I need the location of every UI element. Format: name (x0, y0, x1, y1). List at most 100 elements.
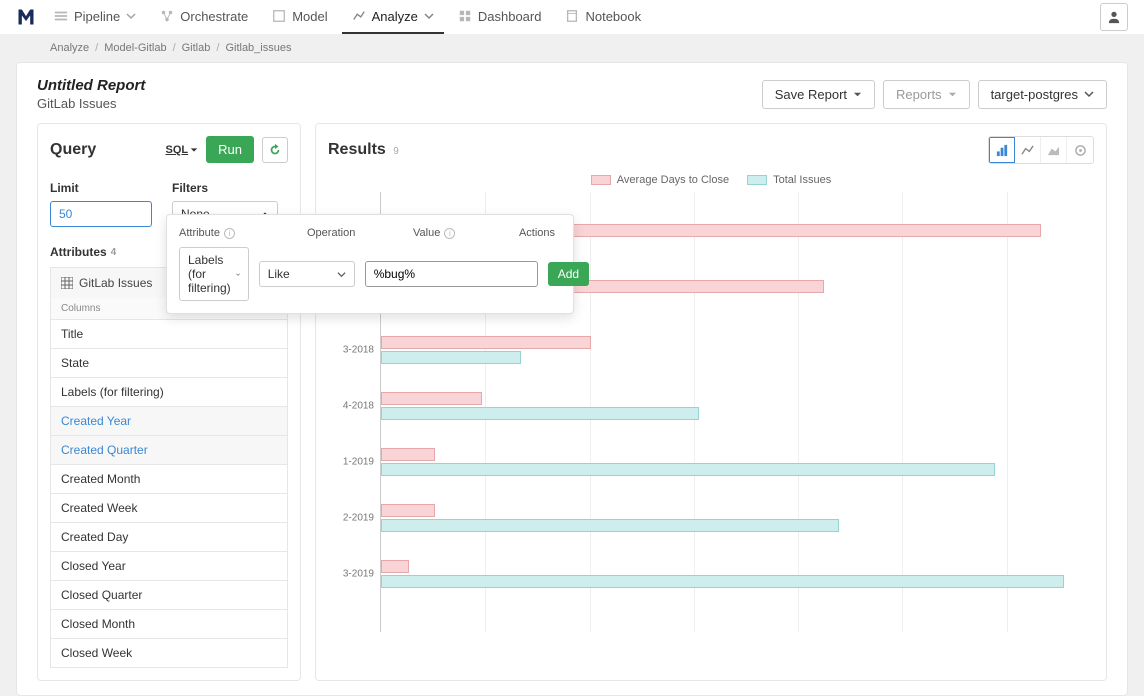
results-panel: Results 9 Average Days to Close Tota (315, 123, 1107, 681)
attribute-item[interactable]: Closed Month (51, 609, 287, 638)
popover-header-actions: Actions (519, 227, 555, 239)
legend-swatch-teal (747, 175, 767, 185)
chevron-down-icon (1084, 89, 1094, 99)
filter-popover: Attribute i Operation Value i Actions La… (166, 214, 574, 314)
legend-label: Total Issues (773, 174, 831, 186)
attribute-item[interactable]: Closed Week (51, 638, 287, 667)
bar-total-issues[interactable] (381, 407, 699, 420)
filter-value-input[interactable] (365, 261, 538, 287)
user-menu-button[interactable] (1100, 3, 1128, 31)
model-icon (272, 9, 286, 23)
analyze-icon (352, 9, 366, 23)
target-select-button[interactable]: target-postgres (978, 80, 1107, 109)
data-source-label: GitLab Issues (79, 276, 152, 290)
filter-add-button[interactable]: Add (548, 262, 589, 286)
nav-label: Notebook (585, 9, 641, 24)
orchestrate-icon (160, 9, 174, 23)
nav-dashboard[interactable]: Dashboard (448, 0, 552, 34)
attribute-item[interactable]: Created Quarter (51, 435, 287, 464)
popover-header-value: Value (413, 227, 440, 239)
nav-orchestrate[interactable]: Orchestrate (150, 0, 258, 34)
attribute-item[interactable]: Closed Year (51, 551, 287, 580)
results-title: Results (328, 141, 386, 158)
nav-label: Model (292, 9, 327, 24)
bar-total-issues[interactable] (381, 351, 521, 364)
button-label: Save Report (775, 87, 847, 102)
legend-label: Average Days to Close (617, 174, 729, 186)
nav-pipeline[interactable]: Pipeline (44, 0, 146, 34)
attribute-item[interactable]: Created Month (51, 464, 287, 493)
popover-header-attribute: Attribute (179, 227, 220, 239)
query-panel: Query SQL Run Limit (37, 123, 301, 681)
limit-input[interactable] (50, 201, 152, 227)
user-icon (1107, 10, 1121, 24)
bar-avg-days[interactable] (381, 560, 409, 573)
attributes-label: Attributes (50, 245, 107, 259)
nav-analyze[interactable]: Analyze (342, 0, 444, 34)
filter-operation-select[interactable]: Like (259, 261, 355, 287)
chevron-down-icon (236, 270, 240, 279)
info-icon[interactable]: i (224, 228, 235, 239)
y-tick-label: 1-2019 (343, 457, 374, 468)
caret-down-icon (948, 90, 957, 99)
reports-button[interactable]: Reports (883, 80, 970, 109)
breadcrumb-item[interactable]: Gitlab_issues (225, 42, 291, 54)
attribute-item[interactable]: Title (51, 319, 287, 348)
main-nav: Pipeline Orchestrate Model Analyze Dashb… (44, 0, 651, 34)
area-chart-icon (1047, 144, 1060, 157)
nav-model[interactable]: Model (262, 0, 337, 34)
gear-icon (1074, 144, 1087, 157)
y-tick-label: 3-2019 (343, 569, 374, 580)
refresh-button[interactable] (262, 137, 288, 163)
filters-label: Filters (172, 181, 288, 195)
caret-down-icon (853, 90, 862, 99)
attribute-item[interactable]: Created Week (51, 493, 287, 522)
limit-label: Limit (50, 181, 152, 195)
y-tick-label: 4-2018 (343, 401, 374, 412)
legend-item: Total Issues (747, 174, 831, 186)
bar-total-issues[interactable] (381, 463, 995, 476)
select-value: Labels (for filtering) (188, 253, 236, 295)
app-logo (16, 7, 36, 27)
bar-avg-days[interactable] (381, 504, 435, 517)
chart-type-line-button[interactable] (1015, 137, 1041, 163)
report-title: Untitled Report (37, 77, 145, 94)
breadcrumb-item[interactable]: Model-Gitlab (104, 42, 166, 54)
attribute-item[interactable]: Labels (for filtering) (51, 377, 287, 406)
save-report-button[interactable]: Save Report (762, 80, 875, 109)
attribute-item[interactable]: Closed Quarter (51, 580, 287, 609)
chevron-down-icon (337, 270, 346, 279)
dashboard-icon (458, 9, 472, 23)
y-tick-label: 2-2019 (343, 513, 374, 524)
attribute-item[interactable]: State (51, 348, 287, 377)
chart-settings-button[interactable] (1067, 137, 1093, 163)
chevron-down-icon (424, 11, 434, 21)
chart-type-area-button[interactable] (1041, 137, 1067, 163)
notebook-icon (565, 9, 579, 23)
nav-notebook[interactable]: Notebook (555, 0, 651, 34)
breadcrumb-item[interactable]: Gitlab (182, 42, 211, 54)
bar-avg-days[interactable] (381, 448, 435, 461)
chart-type-bar-button[interactable] (989, 137, 1015, 163)
nav-label: Pipeline (74, 9, 120, 24)
breadcrumb-item[interactable]: Analyze (50, 42, 89, 54)
run-button[interactable]: Run (206, 136, 254, 163)
panel-title: Query (50, 141, 96, 159)
bar-avg-days[interactable] (381, 392, 482, 405)
legend-item: Average Days to Close (591, 174, 729, 186)
bar-avg-days[interactable] (381, 336, 591, 349)
popover-header-operation: Operation (307, 227, 355, 239)
attribute-item[interactable]: Created Year (51, 406, 287, 435)
filter-attribute-select[interactable]: Labels (for filtering) (179, 247, 249, 301)
bar-total-issues[interactable] (381, 575, 1064, 588)
sql-link[interactable]: SQL (166, 144, 199, 156)
caret-down-icon (190, 146, 198, 154)
results-count: 9 (393, 146, 399, 157)
attribute-item[interactable]: Created Day (51, 522, 287, 551)
info-icon[interactable]: i (444, 228, 455, 239)
line-chart-icon (1021, 144, 1034, 157)
pipeline-icon (54, 9, 68, 23)
chart-toolbar (988, 136, 1094, 164)
nav-label: Dashboard (478, 9, 542, 24)
bar-total-issues[interactable] (381, 519, 839, 532)
